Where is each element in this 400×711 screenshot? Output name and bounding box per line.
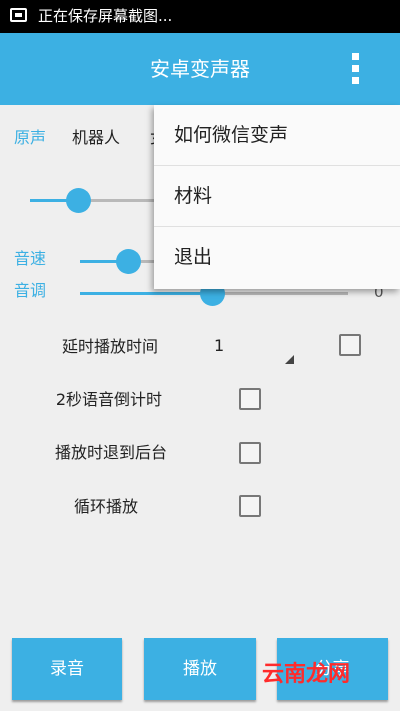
countdown-checkbox[interactable]	[239, 388, 261, 410]
record-button[interactable]: 录音	[12, 638, 122, 700]
menu-item-materials[interactable]: 材料	[154, 166, 400, 227]
delay-spinner-value[interactable]: 1	[214, 336, 224, 355]
pitch-slider[interactable]	[80, 281, 348, 306]
effect-slider[interactable]	[30, 188, 170, 213]
menu-item-exit[interactable]: 退出	[154, 227, 400, 288]
pitch-label: 音调	[14, 281, 47, 300]
loop-checkbox[interactable]	[239, 495, 261, 517]
voice-tab-original[interactable]: 原声	[14, 128, 46, 148]
effect-slider-thumb[interactable]	[66, 188, 91, 213]
delay-checkbox[interactable]	[339, 334, 361, 356]
play-button[interactable]: 播放	[144, 638, 256, 700]
background-label: 播放时退到后台	[54, 443, 167, 462]
overflow-menu-icon[interactable]	[338, 47, 372, 91]
overflow-menu: 如何微信变声 材料 退出	[154, 105, 400, 289]
screenshot-icon	[10, 8, 27, 22]
status-bar: 正在保存屏幕截图...	[0, 0, 400, 33]
speed-label: 音速	[14, 249, 47, 268]
countdown-label: 2秒语音倒计时	[55, 390, 162, 409]
title-bar: 安卓变声器	[0, 33, 400, 105]
speed-slider-thumb[interactable]	[116, 249, 141, 274]
speed-slider[interactable]	[80, 249, 156, 274]
watermark: 云南龙网	[262, 662, 351, 687]
voice-tab-robot[interactable]: 机器人	[72, 128, 120, 148]
loop-label: 循环播放	[73, 497, 138, 516]
delay-label: 延时播放时间	[61, 337, 158, 356]
menu-item-wechat-voice[interactable]: 如何微信变声	[154, 105, 400, 166]
status-text: 正在保存屏幕截图...	[38, 7, 173, 25]
spinner-arrow-icon[interactable]	[285, 355, 294, 364]
background-checkbox[interactable]	[239, 442, 261, 464]
